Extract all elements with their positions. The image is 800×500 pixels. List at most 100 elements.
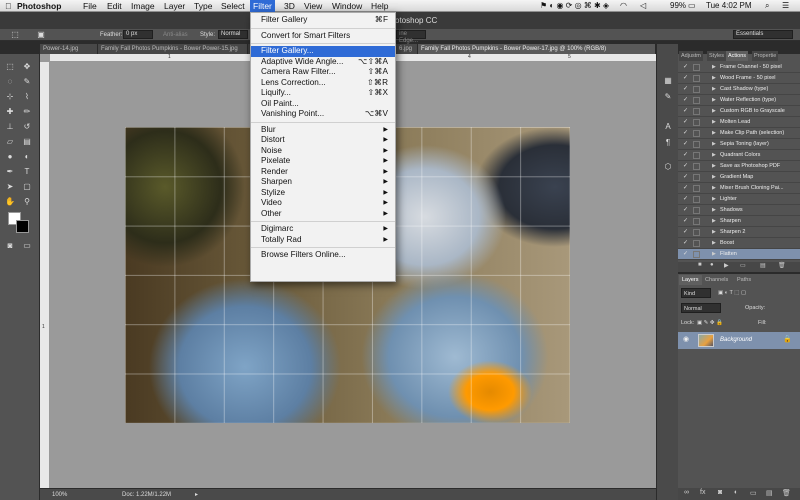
filter-menu-item-adaptive-wide-angle[interactable]: Adaptive Wide Angle... ⌥⇧⌘A <box>251 57 395 68</box>
selection-mode-icon[interactable]: ▣ <box>36 30 46 39</box>
tab-layers[interactable]: Layers <box>679 275 702 285</box>
link-layers-icon[interactable]: ∞ <box>684 489 689 496</box>
expand-triangle-icon[interactable]: ▶ <box>712 172 716 183</box>
filter-menu-item-filter-gallery[interactable]: Filter Gallery... <box>251 46 395 57</box>
check-icon[interactable]: ✓ <box>683 161 689 172</box>
menu-filter[interactable]: Filter <box>250 0 275 12</box>
tab-paths[interactable]: Paths <box>734 275 754 285</box>
expand-triangle-icon[interactable]: ▶ <box>712 216 716 227</box>
dialog-toggle[interactable] <box>693 119 700 126</box>
adjustment-layer-icon[interactable]: ◐ <box>734 489 738 496</box>
blur-tool-icon[interactable]: ● <box>5 152 15 161</box>
filter-menu-item-digimarc[interactable]: Digimarc ▶ <box>251 224 395 235</box>
filter-menu-item-sharpen[interactable]: Sharpen ▶ <box>251 177 395 188</box>
move-tool-icon[interactable]: ✥ <box>22 62 32 71</box>
eye-icon[interactable]: ◉ <box>683 335 689 343</box>
action-row[interactable]: ✓ ▶ Make Clip Path (selection) <box>678 128 800 139</box>
menu-type[interactable]: Type <box>191 0 215 12</box>
menu-edit[interactable]: Edit <box>104 0 125 12</box>
shape-tool-icon[interactable]: ▢ <box>22 182 32 191</box>
action-row[interactable]: ✓ ▶ Lighter <box>678 194 800 205</box>
menu-layer[interactable]: Layer <box>161 0 188 12</box>
filter-menu-item-stylize[interactable]: Stylize ▶ <box>251 188 395 199</box>
status-icons[interactable]: ⚑ ◐ ◉ ⟳ ◎ ⌘ ✱ ◈ <box>540 0 609 12</box>
layer-filter-icons[interactable]: ▣ ◐ T ⬚ ▢ <box>718 288 746 298</box>
check-icon[interactable]: ✓ <box>683 95 689 106</box>
app-menu[interactable]: Photoshop <box>14 0 64 12</box>
filter-menu-item-totally-rad[interactable]: Totally Rad ▶ <box>251 235 395 246</box>
blend-mode-select[interactable]: Normal <box>681 303 721 313</box>
action-row[interactable]: ✓ ▶ Molten Lead <box>678 117 800 128</box>
tab-doc-17[interactable]: Family Fall Photos Pumpkins - Bower Powe… <box>418 44 656 54</box>
filter-menu-item-other[interactable]: Other ▶ <box>251 209 395 220</box>
new-action-icon[interactable]: ▤ <box>760 262 766 269</box>
type-tool-icon[interactable]: T <box>22 167 32 176</box>
layer-filter-kind[interactable]: Kind <box>681 288 711 298</box>
record-icon[interactable]: ● <box>710 262 714 268</box>
filter-menu-item-vanishing-point[interactable]: Vanishing Point... ⌥⌘V <box>251 109 395 120</box>
expand-triangle-icon[interactable]: ▶ <box>712 73 716 84</box>
filter-menu-item-browse-filters-online[interactable]: Browse Filters Online... <box>251 250 395 261</box>
check-icon[interactable]: ✓ <box>683 205 689 216</box>
wifi-icon[interactable]: ◠ <box>620 0 627 12</box>
brush-tool-icon[interactable]: ✏ <box>22 107 32 116</box>
menu-view[interactable]: View <box>301 0 325 12</box>
tab-doc-16[interactable]: 6.jpg <box>396 44 418 54</box>
action-row[interactable]: ✓ ▶ Frame Channel - 50 pixel <box>678 62 800 73</box>
action-row[interactable]: ✓ ▶ Water Reflection (type) <box>678 95 800 106</box>
zoom-level[interactable]: 100% <box>52 489 67 500</box>
expand-triangle-icon[interactable]: ▶ <box>712 106 716 117</box>
stop-icon[interactable]: ■ <box>698 262 702 268</box>
action-row[interactable]: ✓ ▶ Mixer Brush Cloning Pai... <box>678 183 800 194</box>
filter-menu-item-oil-paint[interactable]: Oil Paint... <box>251 99 395 110</box>
zoom-tool-icon[interactable]: ⚲ <box>22 197 32 206</box>
character-panel-icon[interactable]: A <box>663 122 673 131</box>
check-icon[interactable]: ✓ <box>683 128 689 139</box>
path-select-icon[interactable]: ➤ <box>5 182 15 191</box>
check-icon[interactable]: ✓ <box>683 183 689 194</box>
battery-icon[interactable]: ▭ <box>688 0 696 12</box>
check-icon[interactable]: ✓ <box>683 117 689 128</box>
dialog-toggle[interactable] <box>693 86 700 93</box>
dialog-toggle[interactable] <box>693 251 700 258</box>
expand-triangle-icon[interactable]: ▶ <box>712 238 716 249</box>
check-icon[interactable]: ✓ <box>683 238 689 249</box>
dialog-toggle[interactable] <box>693 240 700 247</box>
action-row[interactable]: ✓ ▶ Boost <box>678 238 800 249</box>
expand-triangle-icon[interactable]: ▶ <box>712 128 716 139</box>
dodge-tool-icon[interactable]: ◐ <box>22 152 32 161</box>
apple-menu[interactable]:  <box>2 0 14 12</box>
menu-window[interactable]: Window <box>329 0 365 12</box>
group-icon[interactable]: ▭ <box>750 489 757 497</box>
feather-field[interactable]: 0 px <box>123 30 153 39</box>
brush-panel-icon[interactable]: ✎ <box>663 92 673 101</box>
mask-icon[interactable]: ◙ <box>718 489 722 496</box>
eraser-icon[interactable]: ▱ <box>5 137 15 146</box>
action-row[interactable]: ✓ ▶ Flatten <box>678 249 800 260</box>
volume-icon[interactable]: ◁ <box>640 0 646 12</box>
action-row[interactable]: ✓ ▶ Sepia Toning (layer) <box>678 139 800 150</box>
check-icon[interactable]: ✓ <box>683 172 689 183</box>
dialog-toggle[interactable] <box>693 152 700 159</box>
expand-triangle-icon[interactable]: ▶ <box>712 183 716 194</box>
dialog-toggle[interactable] <box>693 97 700 104</box>
filter-menu-item-blur[interactable]: Blur ▶ <box>251 125 395 136</box>
action-row[interactable]: ✓ ▶ Shadows <box>678 205 800 216</box>
dialog-toggle[interactable] <box>693 108 700 115</box>
filter-menu-item-noise[interactable]: Noise ▶ <box>251 146 395 157</box>
fx-icon[interactable]: fx <box>700 489 705 496</box>
lock-icons[interactable]: ▣ ✎ ✥ 🔒 <box>697 318 723 328</box>
expand-triangle-icon[interactable]: ▶ <box>712 139 716 150</box>
filter-menu-item-liquify[interactable]: Liquify... ⇧⌘X <box>251 88 395 99</box>
pen-tool-icon[interactable]: ✒ <box>5 167 15 176</box>
history-brush-icon[interactable]: ↺ <box>22 122 32 131</box>
history-panel-icon[interactable]: ▦ <box>663 76 673 85</box>
expand-triangle-icon[interactable]: ▶ <box>712 227 716 238</box>
filter-menu-item-lens-correction[interactable]: Lens Correction... ⇧⌘R <box>251 78 395 89</box>
marquee-options-icon[interactable]: ⬚ <box>10 30 20 39</box>
dialog-toggle[interactable] <box>693 75 700 82</box>
filter-menu-item-pixelate[interactable]: Pixelate ▶ <box>251 156 395 167</box>
menu-select[interactable]: Select <box>218 0 248 12</box>
filter-menu-item-render[interactable]: Render ▶ <box>251 167 395 178</box>
dialog-toggle[interactable] <box>693 130 700 137</box>
